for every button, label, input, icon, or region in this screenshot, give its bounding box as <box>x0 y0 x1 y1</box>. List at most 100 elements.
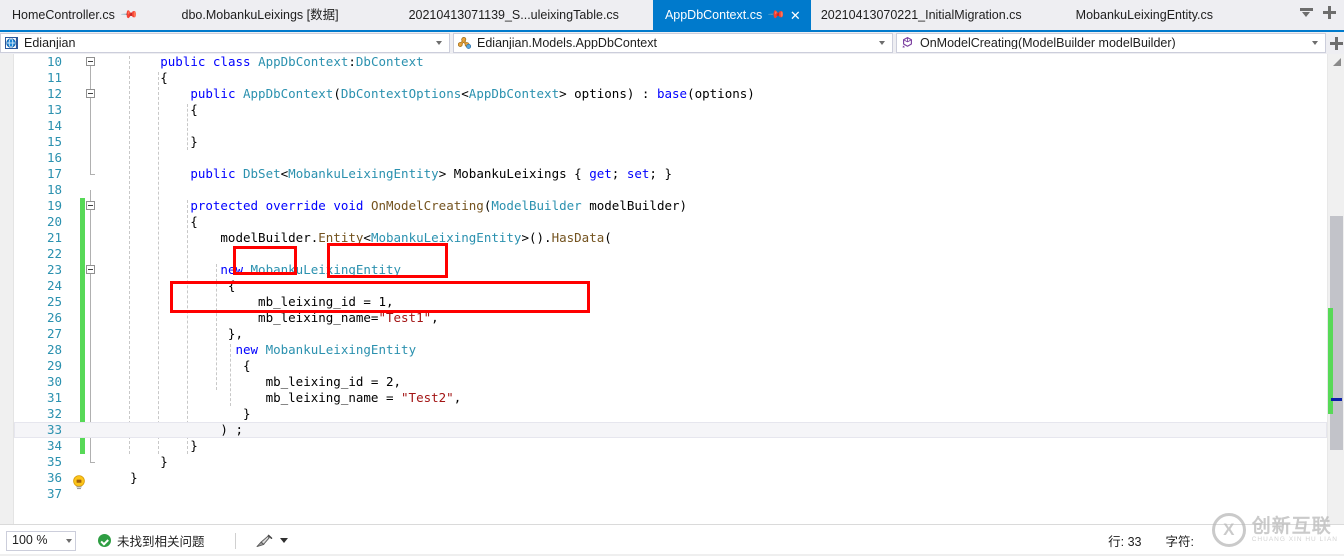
active-files-dropdown-icon[interactable] <box>1300 6 1313 19</box>
tab-appdbcontext[interactable]: AppDbContext.cs 📌 ✕ <box>652 0 811 30</box>
tab-initialmigration[interactable]: 20210413070221_InitialMigration.cs <box>810 0 1066 30</box>
code-line[interactable]: 11 { <box>14 70 1327 86</box>
success-check-icon <box>98 534 111 547</box>
code-line[interactable]: 34 } <box>14 438 1327 454</box>
line-number: 24 <box>46 278 62 293</box>
code-line[interactable]: 31 mb_leixing_name = "Test2", <box>14 390 1327 406</box>
code-text: protected override void OnModelCreating(… <box>190 198 688 213</box>
line-number: 19 <box>46 198 62 213</box>
line-number: 11 <box>46 70 62 85</box>
tab-label: HomeController.cs <box>12 7 115 22</box>
code-navigation-bar: Edianjian Edianjian.Models.AppDbContext <box>0 32 1344 54</box>
vertical-scrollbar[interactable] <box>1327 54 1344 524</box>
code-line[interactable]: 24 { <box>14 278 1327 294</box>
code-text: mb_leixing_name="Test1", <box>100 310 439 325</box>
project-icon <box>5 36 19 50</box>
code-line[interactable]: 13 { <box>14 102 1327 118</box>
code-text: } <box>100 134 198 149</box>
code-text: public class AppDbContext:DbContext <box>160 54 424 69</box>
code-line[interactable]: 32 } <box>14 406 1327 422</box>
line-number: 25 <box>46 294 62 309</box>
line-number: 27 <box>46 326 62 341</box>
code-line[interactable]: 14 <box>14 118 1327 134</box>
code-text: } <box>100 406 251 421</box>
code-line[interactable]: 27 }, <box>14 326 1327 342</box>
line-number: 32 <box>46 406 62 421</box>
tab-dbo-mobankuleixings[interactable]: dbo.MobankuLeixings [数据] <box>145 0 379 30</box>
editor-selection-margin <box>0 54 14 524</box>
line-indicator: 行: 33 <box>1108 535 1142 549</box>
code-line[interactable]: 19 protected override void OnModelCreati… <box>14 198 1327 214</box>
code-text: { <box>100 214 198 229</box>
tab-label: AppDbContext.cs <box>664 7 763 22</box>
line-number: 34 <box>46 438 62 453</box>
scrollbar-thumb[interactable] <box>1328 216 1343 450</box>
code-line[interactable]: 25 mb_leixing_id = 1, <box>14 294 1327 310</box>
code-text: }, <box>100 326 243 341</box>
code-line[interactable]: 18 <box>14 182 1327 198</box>
zoom-level-dropdown[interactable]: 100 % <box>6 530 76 551</box>
code-line[interactable]: 12 public AppDbContext(DbContextOptions<… <box>14 86 1327 102</box>
code-text: } <box>100 454 168 469</box>
code-line[interactable]: 22 <box>14 246 1327 262</box>
code-line[interactable]: 10 public class AppDbContext:DbContext <box>14 54 1327 70</box>
line-number: 17 <box>46 166 62 181</box>
code-line[interactable]: 16 <box>14 150 1327 166</box>
code-line[interactable]: 36 } <box>14 470 1327 486</box>
chevron-down-icon[interactable] <box>66 538 72 543</box>
code-line[interactable]: 26 mb_leixing_name="Test1", <box>14 310 1327 326</box>
code-line[interactable]: 30 mb_leixing_id = 2, <box>14 374 1327 390</box>
code-text: mb_leixing_name = "Test2", <box>100 390 462 405</box>
editor-text-area[interactable]: 10 public class AppDbContext:DbContext 11… <box>14 54 1327 524</box>
code-line[interactable]: 20 { <box>14 214 1327 230</box>
type-dropdown[interactable]: Edianjian.Models.AppDbContext <box>453 33 893 53</box>
tab-mobankuleixingentity[interactable]: MobankuLeixingEntity.cs <box>1065 0 1224 30</box>
broom-icon <box>254 534 274 548</box>
chevron-down-icon[interactable] <box>436 41 442 45</box>
code-line[interactable]: 15 } <box>14 134 1327 150</box>
issues-status[interactable]: 未找到相关问题 <box>98 531 205 550</box>
code-line[interactable]: 23 new MobankuLeixingEntity <box>14 262 1327 278</box>
code-line-list: 10 public class AppDbContext:DbContext 11… <box>14 54 1327 502</box>
line-number: 21 <box>46 230 62 245</box>
code-line[interactable]: 17 public DbSet<MobankuLeixingEntity> Mo… <box>14 166 1327 182</box>
code-text: { <box>100 102 198 117</box>
close-icon[interactable]: ✕ <box>790 9 801 22</box>
char-indicator: 字符: <box>1165 535 1194 549</box>
line-number: 28 <box>46 342 62 357</box>
split-editor-icon[interactable] <box>1330 36 1343 50</box>
line-number: 16 <box>46 150 62 165</box>
tab-homecontroller[interactable]: HomeController.cs 📌 <box>0 0 146 30</box>
code-line[interactable]: 28 new MobankuLeixingEntity <box>14 342 1327 358</box>
code-line[interactable]: 29 { <box>14 358 1327 374</box>
pin-icon[interactable]: 📌 <box>767 6 785 24</box>
line-number: 29 <box>46 358 62 373</box>
code-text: public AppDbContext(DbContextOptions<App… <box>190 86 755 101</box>
tab-label: 20210413071139_S...uleixingTable.cs <box>408 7 619 22</box>
code-line[interactable]: 35 } <box>14 454 1327 470</box>
chevron-down-icon[interactable] <box>879 41 885 45</box>
member-name: OnModelCreating(ModelBuilder modelBuilde… <box>920 36 1176 50</box>
code-text: new MobankuLeixingEntity <box>235 342 417 357</box>
code-line[interactable]: 33 ) ; <box>14 422 1327 438</box>
member-dropdown[interactable]: OnModelCreating(ModelBuilder modelBuilde… <box>896 33 1326 53</box>
pin-icon[interactable]: 📌 <box>120 6 138 24</box>
tab-migration-uleixingtable[interactable]: 20210413071139_S...uleixingTable.cs <box>378 0 653 30</box>
code-editor[interactable]: 10 public class AppDbContext:DbContext 11… <box>0 54 1344 524</box>
code-cleanup-control[interactable] <box>254 534 288 548</box>
code-line[interactable]: 21 modelBuilder.Entity<MobankuLeixingEnt… <box>14 230 1327 246</box>
scroll-up-icon[interactable] <box>1332 56 1342 66</box>
project-dropdown[interactable]: Edianjian <box>0 33 450 53</box>
chevron-down-icon[interactable] <box>279 538 288 543</box>
chevron-down-icon[interactable] <box>1312 41 1318 45</box>
type-name: Edianjian.Models.AppDbContext <box>477 36 657 50</box>
code-line[interactable]: 37 <box>14 486 1327 502</box>
zoom-level-value: 100 % <box>12 533 48 548</box>
line-number: 30 <box>46 374 62 389</box>
code-text: { <box>100 278 236 293</box>
code-text: } <box>100 438 198 453</box>
status-divider <box>234 532 236 549</box>
line-number: 35 <box>46 454 62 469</box>
split-window-icon[interactable] <box>1323 5 1336 19</box>
line-number: 14 <box>46 118 62 133</box>
